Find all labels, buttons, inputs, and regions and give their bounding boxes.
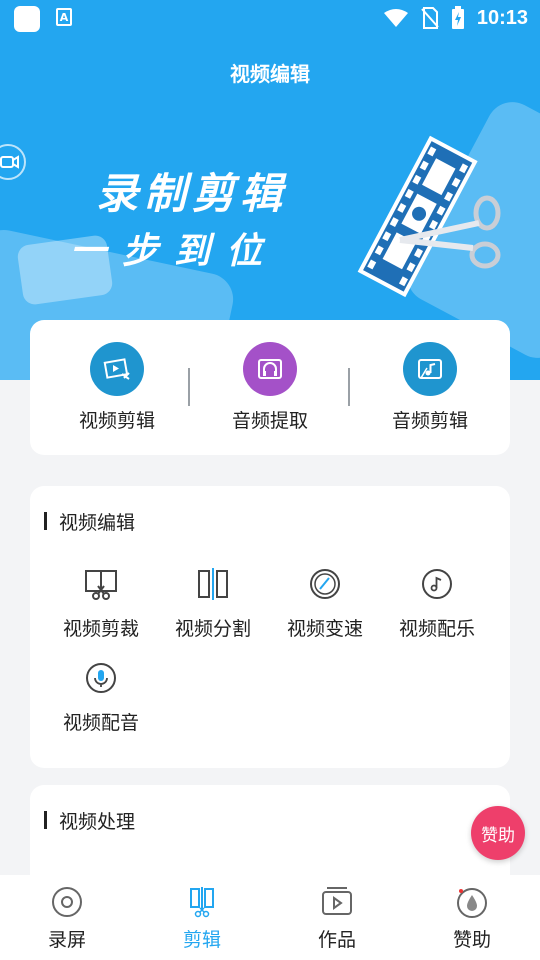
banner-slogan-line2: 一步到位: [70, 231, 279, 272]
divider: [348, 368, 350, 406]
tool-label: 视频变速: [286, 618, 363, 640]
nav-label: 作品: [317, 929, 356, 951]
app-notification-icon: [14, 6, 40, 32]
record-icon: [50, 885, 84, 919]
section-title: 视频编辑: [44, 510, 136, 534]
tool-video-music[interactable]: 视频配乐: [382, 564, 492, 641]
tool-video-dubbing[interactable]: 视频配音: [46, 658, 156, 735]
nav-label: 赞助: [452, 929, 491, 951]
audio-extract-icon: [243, 342, 297, 396]
tool-label: 视频分割: [174, 618, 251, 640]
tool-video-speed[interactable]: 视频变速: [270, 564, 380, 641]
quick-actions-card: 视频剪辑 音频提取 音频剪辑: [30, 320, 510, 455]
film-scissors-illustration: [357, 135, 501, 298]
speed-icon: [305, 564, 345, 604]
tool-label: 视频配乐: [398, 618, 475, 640]
crop-scissors-icon: [81, 564, 121, 604]
banner-slogan-line1: 录制剪辑: [96, 169, 289, 218]
nav-label: 录屏: [47, 929, 86, 951]
nav-label: 剪辑: [182, 929, 221, 951]
cut-icon: [185, 885, 219, 919]
microphone-icon: [81, 658, 121, 698]
quick-action-label: 音频剪辑: [391, 410, 468, 432]
wifi-icon: [383, 9, 408, 27]
page-title: 视频编辑: [230, 62, 310, 86]
section-title: 视频处理: [44, 809, 136, 833]
bottom-navigation: 录屏 剪辑 作品 赞助: [0, 875, 540, 960]
audio-edit-icon: [403, 342, 457, 396]
nav-item-record[interactable]: 录屏: [12, 885, 122, 952]
tool-video-crop[interactable]: 视频剪裁: [46, 564, 156, 641]
music-note-icon: [417, 564, 457, 604]
no-sim-icon: [421, 7, 439, 29]
quick-action-video-edit[interactable]: 视频剪辑: [47, 342, 187, 433]
split-icon: [193, 564, 233, 604]
battery-charging-icon: [451, 6, 464, 29]
tool-label: 视频配音: [62, 712, 139, 734]
sponsor-icon: [455, 885, 489, 919]
video-edit-section: 视频编辑 视频剪裁 视频分割 视频变速 视频配乐 视频配音: [30, 486, 510, 768]
quick-action-audio-extract[interactable]: 音频提取: [200, 342, 340, 433]
tool-video-split[interactable]: 视频分割: [158, 564, 268, 641]
section-title-text: 视频编辑: [59, 511, 136, 534]
nav-item-cut[interactable]: 剪辑: [147, 885, 257, 952]
notification-a-icon: A: [56, 8, 72, 26]
sponsor-fab-button[interactable]: 赞助: [471, 806, 525, 860]
section-title-text: 视频处理: [59, 810, 136, 833]
quick-action-label: 视频剪辑: [78, 410, 155, 432]
floating-record-icon[interactable]: [0, 144, 26, 180]
video-edit-icon: [90, 342, 144, 396]
quick-action-label: 音频提取: [231, 410, 308, 432]
tool-label: 视频剪裁: [62, 618, 139, 640]
status-bar: A 10:13: [0, 0, 540, 36]
nav-item-sponsor[interactable]: 赞助: [417, 885, 527, 952]
works-icon: [320, 885, 354, 919]
divider: [188, 368, 190, 406]
nav-item-works[interactable]: 作品: [282, 885, 392, 952]
clock: 10:13: [476, 6, 528, 29]
quick-action-audio-edit[interactable]: 音频剪辑: [360, 342, 500, 433]
